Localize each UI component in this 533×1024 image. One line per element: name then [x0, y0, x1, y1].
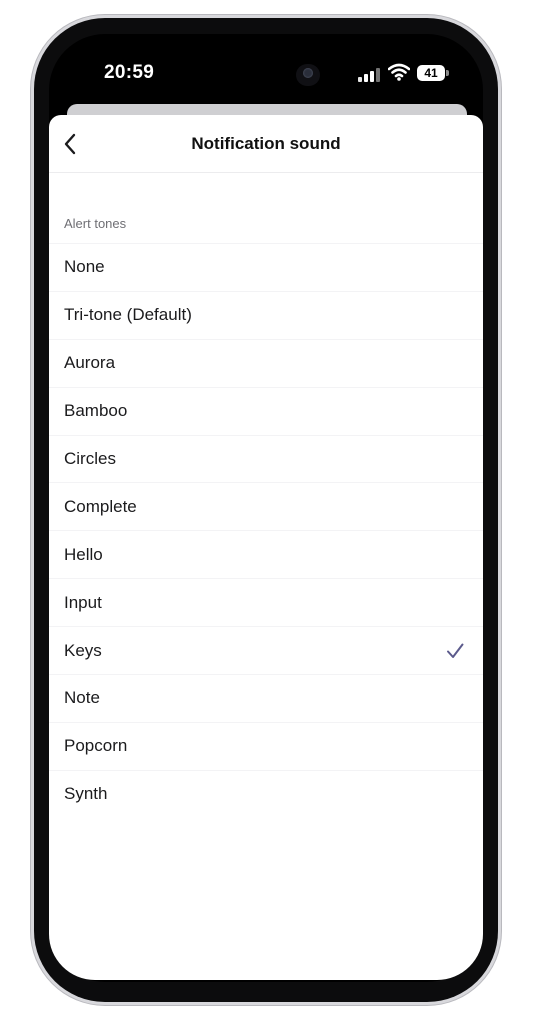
tone-label: Aurora — [64, 353, 116, 373]
notification-sound-sheet: Notification sound Alert tones None Tri-t… — [49, 115, 483, 980]
tone-label: Hello — [64, 544, 103, 564]
tone-label: Synth — [64, 784, 108, 804]
tone-label: Complete — [64, 496, 137, 516]
alert-tones-list: None Tri-tone (Default) Aurora Bamboo Circle… — [49, 243, 483, 818]
list-item-tone[interactable]: Input — [49, 578, 483, 626]
tone-label: Tri-tone (Default) — [64, 305, 192, 325]
tone-label: Circles — [64, 449, 116, 468]
battery-tip — [446, 70, 449, 76]
tone-label: Popcorn — [64, 736, 128, 756]
nav-header: Notification sound — [49, 115, 483, 173]
tone-label: Note — [64, 688, 100, 708]
list-item-tone[interactable]: Aurora — [49, 338, 483, 387]
section-label-alert-tones: Alert tones — [64, 216, 127, 231]
list-item-tone[interactable]: None — [49, 243, 483, 291]
tone-label: None — [64, 257, 105, 277]
list-item-tone[interactable]: Complete — [49, 482, 483, 530]
list-item-tone[interactable]: Popcorn — [49, 721, 483, 770]
screenshot-stage: 20:59 41 Notification sound Alert tones … — [0, 0, 533, 1024]
list-item-tone[interactable]: Circles — [49, 434, 483, 483]
list-item-tone[interactable]: Hello — [49, 530, 483, 578]
tone-label: Bamboo — [64, 401, 128, 421]
checkmark-icon — [447, 643, 464, 658]
list-item-tone[interactable]: Tri-tone (Default) — [49, 290, 483, 339]
list-item-tone[interactable]: Keys — [49, 626, 483, 674]
list-item-tone[interactable]: Note — [49, 674, 483, 722]
list-item-tone[interactable]: Synth — [49, 769, 483, 818]
wifi-icon — [387, 63, 411, 81]
battery-icon: 41 — [417, 65, 445, 81]
status-time: 20:59 — [104, 62, 155, 83]
tone-label: Input — [64, 592, 102, 612]
cellular-signal-icon — [358, 66, 382, 82]
tone-label: Keys — [64, 640, 102, 660]
page-title: Notification sound — [191, 134, 341, 153]
front-camera-icon — [303, 68, 313, 78]
battery-level: 41 — [424, 66, 438, 80]
list-item-tone[interactable]: Bamboo — [49, 386, 483, 435]
